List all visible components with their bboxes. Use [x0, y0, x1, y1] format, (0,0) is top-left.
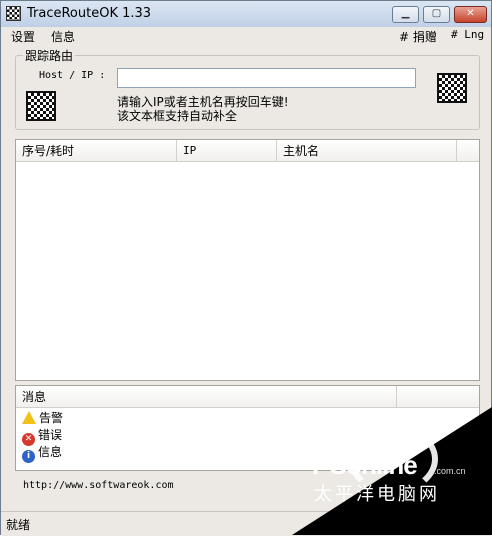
- host-label: Host / IP :: [39, 70, 106, 81]
- message-label: 信息: [38, 445, 63, 459]
- info-icon: i: [22, 450, 35, 463]
- menu-donate[interactable]: # 捐赠: [399, 28, 437, 45]
- menu-settings[interactable]: 设置: [11, 28, 35, 45]
- message-label: 告警: [39, 411, 64, 425]
- title-bar[interactable]: TraceRouteOK 1.33 ▁ ▢ ✕: [1, 1, 491, 27]
- menu-bar: 设置 信息 # 捐赠 # Lng: [1, 27, 491, 47]
- message-item-error[interactable]: ✕ 错误: [22, 427, 63, 446]
- qr-code-icon[interactable]: [437, 73, 467, 103]
- window-title: TraceRouteOK 1.33: [27, 6, 152, 21]
- messages-header-extra[interactable]: [397, 386, 479, 408]
- column-header-hostname[interactable]: 主机名: [277, 140, 457, 162]
- message-item-info[interactable]: i 信息: [22, 444, 63, 463]
- messages-header[interactable]: 消息: [16, 386, 397, 408]
- results-list[interactable]: 序号/耗时 IP 主机名: [15, 139, 480, 381]
- app-icon[interactable]: [6, 6, 21, 21]
- website-link[interactable]: http://www.softwareok.com: [23, 480, 174, 491]
- status-text: 就绪: [6, 518, 31, 532]
- maximize-button[interactable]: ▢: [423, 6, 450, 23]
- watermark-domain: .com.cn: [434, 466, 466, 476]
- column-header-ip[interactable]: IP: [177, 140, 277, 162]
- watermark-subtitle: 太平洋电脑网: [314, 484, 440, 505]
- message-item-warning[interactable]: 告警: [22, 410, 63, 426]
- host-input[interactable]: [117, 68, 416, 88]
- menu-language[interactable]: # Lng: [451, 28, 484, 41]
- qr-code-icon: [26, 91, 56, 121]
- minimize-button[interactable]: ▁: [392, 6, 419, 23]
- close-button[interactable]: ✕: [454, 6, 487, 23]
- hint-text-line2: 该文本框支持自动补全: [117, 109, 238, 123]
- column-header-seq-time[interactable]: 序号/耗时: [16, 140, 177, 162]
- group-title: 跟踪路由: [23, 47, 76, 64]
- message-label: 错误: [38, 428, 63, 442]
- menu-info[interactable]: 信息: [51, 28, 75, 45]
- warning-icon: [22, 411, 36, 424]
- watermark-logo: PConline: [312, 450, 418, 480]
- column-header-extra[interactable]: [457, 140, 479, 162]
